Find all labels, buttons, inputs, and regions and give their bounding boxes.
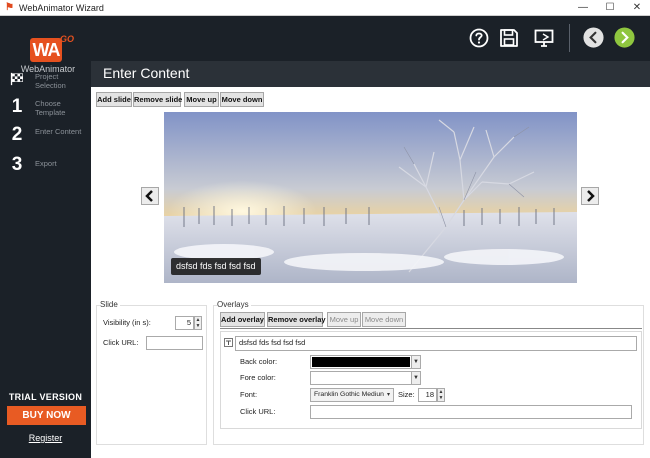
font-select[interactable]: Franklin Gothic Mediun ▾	[310, 388, 394, 402]
register-link[interactable]: Register	[0, 433, 91, 443]
minimize-button[interactable]: —	[570, 0, 596, 16]
step-number: 1	[11, 96, 23, 117]
fore-color-picker[interactable]: ▼	[310, 371, 421, 385]
visibility-stepper[interactable]: ▲ ▼	[194, 316, 202, 330]
step-number: 3	[11, 154, 23, 175]
remove-overlay-button[interactable]: Remove overlay	[267, 312, 326, 327]
previous-slide-button[interactable]	[141, 187, 159, 205]
chevron-down-icon: ▾	[384, 389, 393, 401]
app-icon: ⚑	[5, 1, 14, 13]
overlays-panel-title: Overlays	[217, 300, 251, 309]
trial-version-label: TRIAL VERSION	[8, 392, 83, 402]
checkered-flag-icon	[10, 72, 23, 86]
close-button[interactable]: ✕	[624, 0, 650, 16]
size-input[interactable]: 18	[418, 388, 437, 402]
move-up-overlay-button[interactable]: Move up	[327, 312, 361, 327]
buy-now-button[interactable]: BUY NOW	[7, 406, 86, 425]
chevron-right-icon	[587, 190, 595, 202]
overlay-click-url-input[interactable]	[310, 405, 632, 419]
step-project-selection[interactable]: Project Selection	[10, 69, 90, 91]
visibility-input[interactable]: 5	[175, 316, 194, 330]
maximize-button[interactable]: ☐	[597, 0, 623, 16]
step-number: 2	[11, 124, 23, 145]
page-title: Enter Content	[103, 65, 190, 81]
slide-click-url-input[interactable]	[146, 336, 203, 350]
back-color-picker[interactable]: ▼	[310, 355, 421, 369]
slide-overlay-caption[interactable]: dsfsd fds fsd fsd fsd	[171, 258, 261, 275]
chevron-down-icon: ▼	[411, 372, 420, 384]
size-stepper[interactable]: ▲ ▼	[437, 388, 445, 402]
page-header: Enter Content	[91, 61, 650, 87]
font-label: Font:	[240, 390, 258, 399]
chevron-left-icon	[145, 190, 153, 202]
chevron-down-icon: ▼	[411, 356, 420, 368]
next-icon[interactable]	[613, 26, 636, 49]
step-choose-template[interactable]: 1 Choose Template	[10, 96, 90, 118]
font-select-value: Franklin Gothic Mediun	[314, 391, 384, 398]
overlay-editor: dsfsd fds fsd fsd fsd Back color: ▼ Fore…	[220, 331, 642, 429]
overlay-click-url-label: Click URL:	[240, 407, 276, 416]
step-enter-content[interactable]: 2 Enter Content	[10, 124, 90, 146]
slide-panel-title: Slide	[100, 300, 120, 309]
toolbar-separator	[569, 24, 570, 52]
text-overlay-icon	[224, 338, 233, 347]
slide-settings-panel: Slide Visibility (in s): 5 ▲ ▼ Click URL:	[96, 300, 207, 445]
overlay-list-divider	[220, 328, 642, 329]
back-color-swatch	[312, 357, 410, 367]
step-label: Choose Template	[35, 99, 66, 117]
step-label: Enter Content	[35, 127, 82, 136]
window-title: WebAnimator Wizard	[19, 2, 104, 13]
move-up-slide-button[interactable]: Move up	[184, 92, 219, 107]
step-export[interactable]: 3 Export	[10, 154, 90, 176]
visibility-label: Visibility (in s):	[103, 318, 151, 327]
logo-mark: WA	[30, 38, 62, 62]
add-overlay-button[interactable]: Add overlay	[220, 312, 265, 327]
fore-color-label: Fore color:	[240, 373, 276, 382]
move-down-overlay-button[interactable]: Move down	[362, 312, 406, 327]
next-slide-button[interactable]	[581, 187, 599, 205]
slide-preview-image[interactable]: dsfsd fds fsd fsd fsd	[164, 112, 577, 283]
size-label: Size:	[398, 390, 415, 399]
add-slide-button[interactable]: Add slide	[96, 92, 132, 107]
window-titlebar: ⚑ WebAnimator Wizard — ☐ ✕	[0, 0, 650, 16]
back-color-label: Back color:	[240, 357, 278, 366]
top-toolbar	[91, 16, 650, 61]
sidebar: WA GO WebAnimator Project Selection 1 Ch…	[0, 16, 91, 458]
main-content: Add slide Remove slide Move up Move down	[91, 87, 650, 458]
step-label: Project Selection	[35, 72, 66, 90]
logo-superscript: GO	[60, 34, 75, 44]
preview-monitor-icon[interactable]	[533, 27, 555, 49]
overlays-panel: Overlays Add overlay Remove overlay Move…	[213, 300, 644, 445]
slide-click-url-label: Click URL:	[103, 338, 139, 347]
back-icon[interactable]	[582, 26, 605, 49]
step-label: Export	[35, 159, 57, 168]
overlay-text-input[interactable]: dsfsd fds fsd fsd fsd	[235, 336, 637, 351]
help-icon[interactable]	[468, 27, 490, 49]
remove-slide-button[interactable]: Remove slide	[133, 92, 182, 107]
save-icon[interactable]	[498, 27, 520, 49]
move-down-slide-button[interactable]: Move down	[220, 92, 264, 107]
